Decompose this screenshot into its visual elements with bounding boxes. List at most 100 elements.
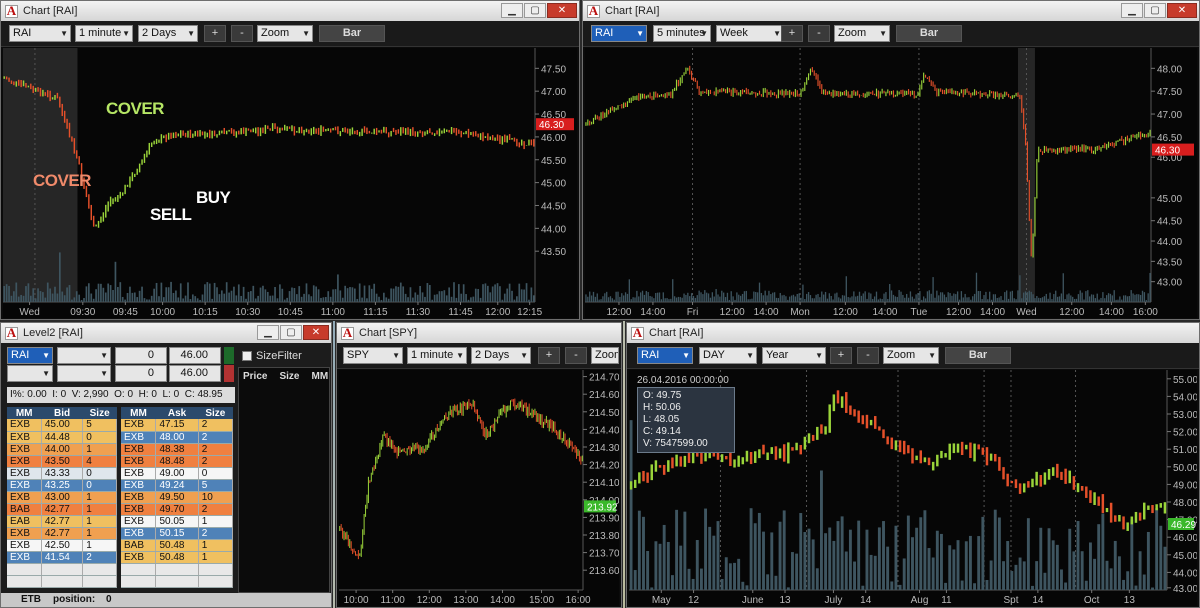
chart-type-button[interactable]: Bar [896, 25, 962, 42]
price-input[interactable]: 46.00 [169, 365, 221, 382]
size-filter-checkbox[interactable] [242, 351, 252, 361]
table-row[interactable]: BAB 50.48 1 [121, 539, 234, 552]
table-row[interactable]: BAB 42.77 1 [7, 503, 117, 516]
volume-bar [182, 298, 185, 302]
quantity-stepper[interactable]: 0 [115, 347, 167, 364]
table-row[interactable]: EXB 43.33 0 [7, 467, 117, 480]
table-row[interactable]: EXB 45.00 5 [7, 419, 117, 432]
range-select[interactable]: 2 Days ▼ [138, 25, 198, 42]
price-input[interactable]: 46.00 [169, 347, 221, 364]
zoom-select[interactable]: Zoom ▼ [834, 25, 890, 42]
title-bar[interactable]: A Chart [RAI] [627, 323, 1199, 343]
maximize-button[interactable]: ▢ [1144, 3, 1166, 18]
table-row[interactable]: EXB 50.15 2 [121, 527, 234, 540]
price-tick-label: 52.00 [1173, 428, 1197, 439]
zoom-out-button[interactable]: - [565, 347, 587, 364]
chevron-down-icon: ▼ [122, 29, 130, 38]
account-select[interactable]: ▼ [7, 365, 53, 382]
table-row[interactable]: EXB 43.00 1 [7, 491, 117, 504]
chart-type-button[interactable]: Bar [319, 25, 385, 42]
zoom-select[interactable]: Zoom ▼ [883, 347, 939, 364]
table-cell [7, 575, 42, 588]
zoom-in-button[interactable]: + [538, 347, 560, 364]
table-row[interactable]: EXB 49.70 2 [121, 503, 234, 516]
chart-window-spy[interactable]: A Chart [SPY] SPY ▼ 1 minute ▼ 2 Days ▼ + -… [336, 322, 622, 608]
volume-bar [799, 513, 803, 590]
title-bar[interactable]: A Level2 [RAI] ▁ ▢ ✕ [1, 323, 331, 343]
table-row[interactable]: EXB 43.25 0 [7, 479, 117, 492]
table-row[interactable]: EXB 49.00 0 [121, 467, 234, 480]
interval-select[interactable]: 1 minute ▼ [407, 347, 467, 364]
minimize-button[interactable]: ▁ [1121, 3, 1143, 18]
symbol-select[interactable]: RAI ▼ [591, 25, 647, 42]
buy-button[interactable] [224, 347, 234, 364]
log-header-mm: MM [311, 371, 329, 382]
zoom-in-button[interactable]: + [204, 25, 226, 42]
title-bar[interactable]: A Chart [SPY] [337, 323, 621, 343]
zoom-select[interactable]: Zoom ▼ [257, 25, 313, 42]
table-row[interactable]: EXB 49.50 10 [121, 491, 234, 504]
range-select[interactable]: 2 Days ▼ [471, 347, 531, 364]
table-row[interactable]: EXB 44.00 1 [7, 443, 117, 456]
zoom-out-button[interactable]: - [808, 25, 830, 42]
table-row[interactable]: EXB 42.50 1 [7, 539, 117, 552]
chart-window-rai-1min[interactable]: A Chart [RAI] ▁ ▢ ✕ RAI ▼ 1 minute ▼ 2 Day… [0, 0, 580, 320]
title-bar[interactable]: A Chart [RAI] ▁ ▢ ✕ [583, 1, 1199, 21]
maximize-button[interactable]: ▢ [524, 3, 546, 18]
zoom-select[interactable]: Zoom [591, 347, 619, 364]
table-row[interactable]: EAB 42.77 1 [7, 515, 117, 528]
price-chart[interactable]: 214.70 214.60 214.50 214.40 214.30 214.20 214.… [339, 370, 619, 606]
close-button[interactable]: ✕ [1167, 3, 1197, 18]
chart-type-button[interactable]: Bar [945, 347, 1011, 364]
table-row[interactable]: EXB 48.00 2 [121, 431, 234, 444]
ask-table[interactable]: MM Ask Size EXB 47.15 2 EXB 48.00 2 EXB 48.38 2 EXB 4… [121, 407, 234, 588]
chart-window-rai-5min[interactable]: A Chart [RAI] ▁ ▢ ✕ RAI ▼ 5 minutes ▼ Week… [582, 0, 1200, 320]
symbol-select[interactable]: RAI ▼ [7, 347, 53, 364]
table-row[interactable]: EXB 49.24 5 [121, 479, 234, 492]
title-bar[interactable]: A Chart [RAI] ▁ ▢ ✕ [1, 1, 579, 21]
chart-window-rai-day[interactable]: A Chart [RAI] RAI ▼ DAY ▼ Year ▼ + - Zoom ▼ … [626, 322, 1200, 608]
route-select[interactable]: ▼ [57, 365, 111, 382]
table-row[interactable]: EXB 47.15 2 [121, 419, 234, 432]
quantity-stepper[interactable]: 0 [115, 365, 167, 382]
exchange-select[interactable]: ▼ [57, 347, 111, 364]
zoom-out-button[interactable]: - [857, 347, 879, 364]
table-cell: EXB [7, 443, 42, 456]
zoom-in-button[interactable]: + [781, 25, 803, 42]
close-button[interactable]: ✕ [303, 325, 329, 340]
volume-bar [953, 293, 955, 302]
table-row[interactable]: EXB 43.50 4 [7, 455, 117, 468]
level2-window[interactable]: A Level2 [RAI] ▁ ▢ ✕ RAI ▼ ▼ 0 46.00 ▼ ▼ … [0, 322, 332, 608]
symbol-select[interactable]: RAI ▼ [637, 347, 693, 364]
interval-select[interactable]: 5 minutes ▼ [653, 25, 711, 42]
range-select[interactable]: Year ▼ [762, 347, 826, 364]
table-row[interactable]: EXB 48.48 2 [121, 455, 234, 468]
zoom-in-button[interactable]: + [830, 347, 852, 364]
symbol-select[interactable]: SPY ▼ [343, 347, 403, 364]
window-title: Chart [RAI] [649, 327, 704, 339]
minimize-button[interactable]: ▁ [501, 3, 523, 18]
table-row[interactable]: EXB 44.48 0 [7, 431, 117, 444]
interval-select[interactable]: DAY ▼ [699, 347, 757, 364]
symbol-select[interactable]: RAI ▼ [9, 25, 71, 42]
maximize-button[interactable]: ▢ [280, 325, 302, 340]
volume-bar [366, 298, 368, 302]
price-chart[interactable]: 48.00 47.50 47.00 46.50 46.00 45.00 44.50 44.00… [585, 48, 1197, 318]
sell-button[interactable] [224, 365, 234, 382]
interval-select[interactable]: 1 minute ▼ [75, 25, 133, 42]
tooltip-close: C: 49.14 [643, 426, 681, 437]
bid-table[interactable]: MM Bid Size EXB 45.00 5 EXB 44.48 0 EXB 44.00 1 EXB 4… [7, 407, 117, 588]
table-row[interactable]: EXB 41.54 2 [7, 551, 117, 564]
volume-bar [1022, 561, 1026, 590]
table-row[interactable]: EXB 50.05 1 [121, 515, 234, 528]
table-row[interactable]: EXB 48.38 2 [121, 443, 234, 456]
order-log[interactable]: Price Size MM [238, 367, 330, 593]
zoom-out-button[interactable]: - [231, 25, 253, 42]
table-row[interactable]: EXB 42.77 1 [7, 527, 117, 540]
close-button[interactable]: ✕ [547, 3, 577, 18]
range-select[interactable]: Week ▼ [716, 25, 784, 42]
volume-bar [1068, 528, 1072, 590]
table-row[interactable]: EXB 50.48 1 [121, 551, 234, 564]
chevron-down-icon: ▼ [682, 351, 690, 360]
minimize-button[interactable]: ▁ [257, 325, 279, 340]
